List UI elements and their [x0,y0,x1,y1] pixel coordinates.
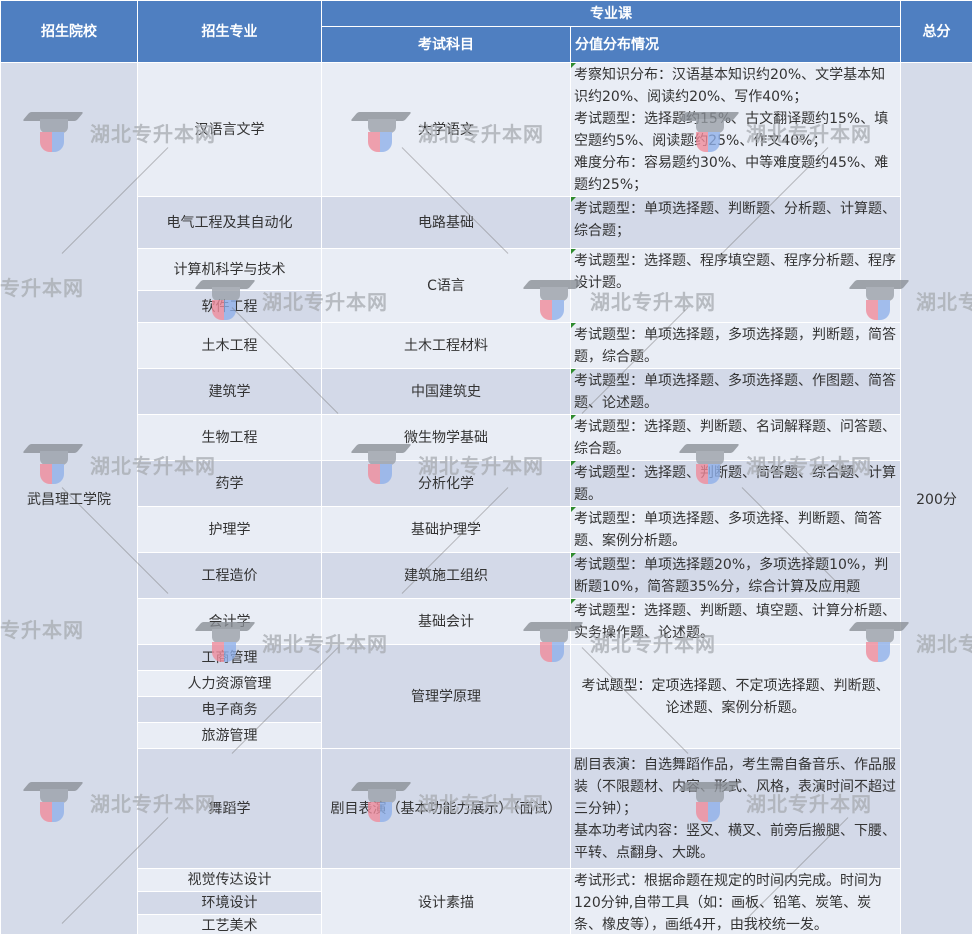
distribution-cell: 考察知识分布：汉语基本知识约20%、文学基本知识约20%、阅读约20%、写作40… [570,62,901,197]
total-score: 200分 [900,62,972,934]
major-cell: 工商管理 [137,644,322,671]
subject-cell: 基础护理学 [321,506,571,553]
comment-marker [571,63,576,68]
major-cell: 软件工程 [137,290,322,323]
distribution-cell: 考试题型：选择题、判断题、简答题、综合题、计算题。 [570,460,901,507]
major-cell: 人力资源管理 [137,670,322,697]
major-cell: 建筑学 [137,368,322,415]
distribution-cell: 考试题型：单项选择题20%，多项选择题10%，判断题10%，简答题35%分，综合… [570,552,901,599]
subject-cell: 分析化学 [321,460,571,507]
header-subject: 考试科目 [321,26,571,63]
major-cell: 计算机科学与技术 [137,248,322,291]
distribution-text: 考试形式：根据命题在规定的时间内完成。时间为120分钟,自带工具（如：画板、铅笔… [574,873,882,933]
comment-marker [571,323,576,328]
major-cell: 会计学 [137,598,322,645]
major-cell: 土木工程 [137,322,322,369]
subject-cell: 土木工程材料 [321,322,571,369]
major-cell: 环境设计 [137,891,322,915]
major-cell: 药学 [137,460,322,507]
subject-cell: 微生物学基础 [321,414,571,461]
distribution-cell: 考试题型：选择题、判断题、填空题、计算分析题、实务操作题、论述题。 [570,598,901,645]
subject-cell: 大学语文 [321,62,571,197]
page: 招生院校 招生专业 专业课 总分 考试科目 分值分布情况 武昌理工学院 汉语言文… [0,0,972,934]
subject-cell: 电路基础 [321,196,571,249]
major-cell: 汉语言文学 [137,62,322,197]
distribution-text: 考试题型：单项选择题、多项选择、判断题、简答题、案例分析题。 [574,511,882,549]
major-cell: 电子商务 [137,696,322,723]
distribution-text: 考试题型：单项选择题、多项选择题、作图题、简答题、论述题。 [574,373,896,411]
subject-cell: 设计素描 [321,868,571,934]
major-cell: 视觉传达设计 [137,868,322,892]
comment-marker [571,599,576,604]
distribution-text: 考试题型：选择题、判断题、简答题、综合题、计算题。 [574,465,896,503]
distribution-cell: 考试题型：单项选择题、判断题、分析题、计算题、综合题； [570,196,901,249]
subject-cell: C语言 [321,248,571,323]
distribution-cell: 考试题型：选择题、判断题、名词解释题、问答题、综合题。 [570,414,901,461]
distribution-text: 考试题型：单项选择题20%，多项选择题10%，判断题10%，简答题35%分，综合… [574,557,889,595]
school-name: 武昌理工学院 [0,62,138,934]
distribution-cell: 考试题型：选择题、程序填空题、程序分析题、程序设计题。 [570,248,901,323]
header-distribution: 分值分布情况 [570,26,901,63]
distribution-text: 考试题型：定项选择题、不定项选择题、判断题、论述题、案例分析题。 [581,677,890,716]
header-school: 招生院校 [0,0,138,63]
distribution-text: 考试题型：选择题、程序填空题、程序分析题、程序设计题。 [574,253,896,291]
major-cell: 工程造价 [137,552,322,599]
comment-marker [571,553,576,558]
distribution-cell: 剧目表演：自选舞蹈作品，考生需自备音乐、作品服装（不限题材、内容、形式、风格，表… [570,748,901,869]
major-cell: 护理学 [137,506,322,553]
subject-cell: 剧目表演（基本功能力展示）（面试） [321,748,571,869]
major-cell: 生物工程 [137,414,322,461]
distribution-cell: 考试形式：根据命题在规定的时间内完成。时间为120分钟,自带工具（如：画板、铅笔… [570,868,901,934]
subject-cell: 中国建筑史 [321,368,571,415]
admission-table: 招生院校 招生专业 专业课 总分 考试科目 分值分布情况 武昌理工学院 汉语言文… [0,0,972,934]
major-cell: 工艺美术 [137,914,322,934]
comment-marker [571,369,576,374]
header-major: 招生专业 [137,0,322,63]
major-cell: 舞蹈学 [137,748,322,869]
distribution-text: 考察知识分布：汉语基本知识约20%、文学基本知识约20%、阅读约20%、写作40… [574,67,889,193]
header-total: 总分 [900,0,972,63]
subject-cell: 基础会计 [321,598,571,645]
comment-marker [571,507,576,512]
distribution-cell: 考试题型：定项选择题、不定项选择题、判断题、论述题、案例分析题。 [570,644,901,749]
comment-marker [571,249,576,254]
subject-cell: 管理学原理 [321,644,571,749]
distribution-text: 考试题型：单项选择题，多项选择题，判断题，简答题，综合题。 [574,327,896,365]
distribution-cell: 考试题型：单项选择题、多项选择题、作图题、简答题、论述题。 [570,368,901,415]
distribution-cell: 考试题型：单项选择题，多项选择题，判断题，简答题，综合题。 [570,322,901,369]
distribution-cell: 考试题型：单项选择题、多项选择、判断题、简答题、案例分析题。 [570,506,901,553]
comment-marker [571,197,576,202]
distribution-text: 考试题型：单项选择题、判断题、分析题、计算题、综合题； [574,201,896,239]
major-cell: 电气工程及其自动化 [137,196,322,249]
distribution-text: 考试题型：选择题、判断题、名词解释题、问答题、综合题。 [574,419,896,457]
comment-marker [571,461,576,466]
distribution-text: 剧目表演：自选舞蹈作品，考生需自备音乐、作品服装（不限题材、内容、形式、风格，表… [574,756,896,861]
major-cell: 旅游管理 [137,722,322,749]
subject-cell: 建筑施工组织 [321,552,571,599]
header-professional-course: 专业课 [321,0,901,27]
distribution-text: 考试题型：选择题、判断题、填空题、计算分析题、实务操作题、论述题。 [574,603,896,641]
comment-marker [571,415,576,420]
